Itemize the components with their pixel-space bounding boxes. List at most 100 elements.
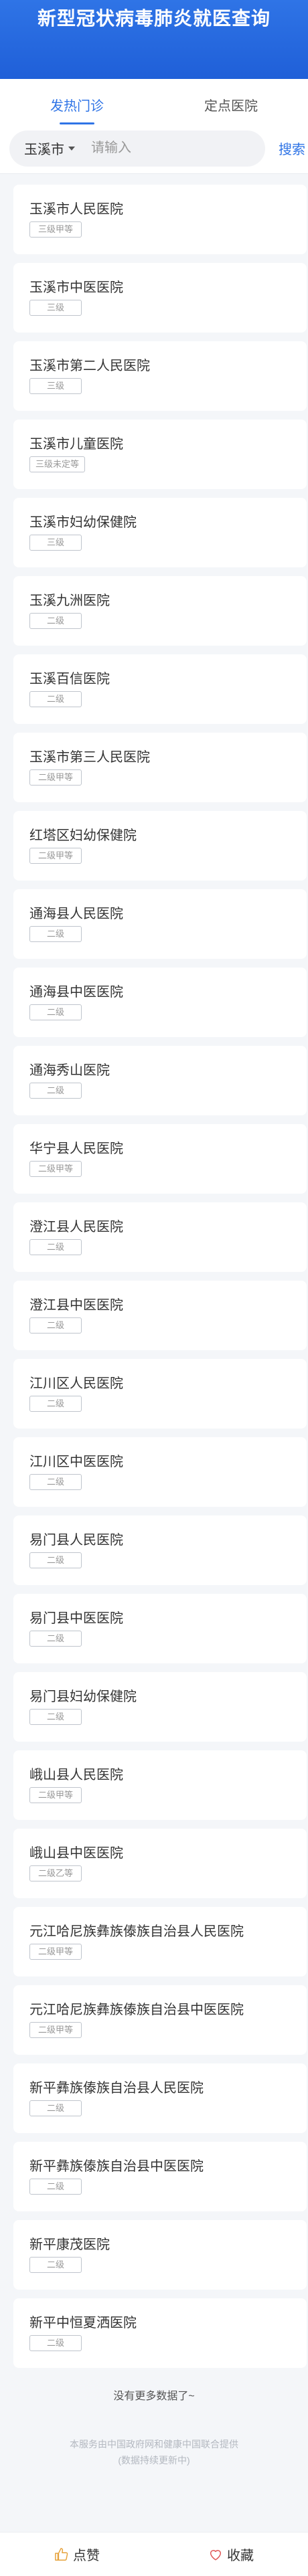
hospital-name: 澄江县中医医院 [29,1298,123,1313]
city-selector[interactable]: 玉溪市 [24,139,75,158]
hospital-level-badge: 三级甲等 [29,221,82,238]
hospital-level-badge: 二级 [29,1474,82,1490]
hospital-level-badge: 二级甲等 [29,2022,82,2038]
hospital-name: 红塔区妇幼保健院 [29,828,137,843]
no-more-text: 没有更多数据了~ [113,2391,195,2402]
search-row: 玉溪市 搜索 [0,130,308,174]
hospital-name: 新平中恒夏洒医院 [29,2316,137,2330]
hospital-level-badge: 二级甲等 [29,848,82,864]
hospital-name: 通海县人民医院 [29,907,123,921]
tab-bar: 发热门诊 定点医院 [0,79,308,130]
page-title: 新型冠状病毒肺炎就医查询 [37,8,271,29]
hospital-list: 玉溪市人民医院 三级甲等 玉溪市中医医院 三级 玉溪市第二人民医院 三级 玉溪市儿童医院 三级… [0,174,308,2368]
hospital-name: 玉溪市儿童医院 [29,437,123,452]
hospital-card[interactable]: 玉溪市人民医院 三级甲等 [13,185,307,254]
hospital-card[interactable]: 通海秀山医院 二级 [13,1046,307,1115]
hospital-level-badge: 二级乙等 [29,1865,82,1881]
hospital-card[interactable]: 玉溪市妇幼保健院 三级 [13,498,307,567]
hospital-card[interactable]: 元江哈尼族彝族傣族自治县人民医院 二级甲等 [13,1907,307,1976]
hospital-card[interactable]: 玉溪九洲医院 二级 [13,576,307,646]
hospital-name: 易门县妇幼保健院 [29,1689,137,1704]
source-note: 本服务由中国政府网和健康中国联合提供 (数据持续更新中) [0,2436,308,2468]
search-input[interactable] [91,141,252,156]
hospital-card[interactable]: 通海县人民医院 二级 [13,889,307,959]
hospital-card[interactable]: 新平彝族傣族自治县中医医院 二级 [13,2142,307,2211]
hospital-card[interactable]: 峨山县人民医院 二级甲等 [13,1750,307,1820]
hospital-level-badge: 二级 [29,1317,82,1333]
hospital-card[interactable]: 澄江县人民医院 二级 [13,1202,307,1272]
hospital-name: 易门县人民医院 [29,1533,123,1548]
hospital-card[interactable]: 澄江县中医医院 二级 [13,1281,307,1350]
hospital-level-badge: 三级 [29,300,82,316]
hospital-card[interactable]: 玉溪百信医院 二级 [13,654,307,724]
hospital-name: 玉溪市第二人民医院 [29,359,150,373]
hospital-level-badge: 二级甲等 [29,1161,82,1177]
source-update-note: (数据持续更新中) [118,2455,190,2466]
favorite-button[interactable]: 收藏 [154,2533,308,2576]
hospital-level-badge: 二级 [29,2179,82,2195]
tab-fever-clinic[interactable]: 发热门诊 [0,79,154,130]
hospital-level-badge: 二级 [29,2100,82,2116]
like-button[interactable]: 点赞 [0,2533,154,2576]
hospital-name: 通海秀山医院 [29,1063,110,1078]
favorite-label: 收藏 [227,2549,254,2563]
hospital-name: 元江哈尼族彝族傣族自治县人民医院 [29,1924,244,1939]
hospital-card[interactable]: 玉溪市中医医院 三级 [13,263,307,333]
hospital-name: 江川区人民医院 [29,1376,123,1391]
hospital-card[interactable]: 新平彝族傣族自治县人民医院 二级 [13,2063,307,2133]
heart-icon [210,2549,222,2561]
hospital-name: 澄江县人民医院 [29,1220,123,1234]
hospital-level-badge: 二级甲等 [29,769,82,786]
hospital-level-badge: 二级 [29,1396,82,1412]
hospital-card[interactable]: 华宁县人民医院 二级甲等 [13,1124,307,1194]
hospital-card[interactable]: 江川区人民医院 二级 [13,1359,307,1429]
hospital-card[interactable]: 新平中恒夏洒医院 二级 [13,2298,307,2368]
source-line: 本服务由中国政府网和健康中国联合提供 [70,2439,238,2450]
hospital-name: 玉溪九洲医院 [29,593,110,608]
hospital-name: 元江哈尼族彝族傣族自治县中医医院 [29,2003,244,2017]
hospital-card[interactable]: 红塔区妇幼保健院 二级甲等 [13,811,307,881]
chevron-down-icon [68,146,75,151]
hospital-level-badge: 二级 [29,1083,82,1099]
hospital-name: 易门县中医医院 [29,1611,123,1626]
hospital-level-badge: 二级 [29,1004,82,1020]
city-label: 玉溪市 [24,143,64,157]
tab-designated-hospital[interactable]: 定点医院 [154,79,308,130]
hospital-level-badge: 二级 [29,1631,82,1647]
hospital-name: 玉溪市第三人民医院 [29,750,150,765]
hospital-name: 通海县中医医院 [29,985,123,1000]
hospital-card[interactable]: 玉溪市第二人民医院 三级 [13,341,307,411]
hospital-level-badge: 二级 [29,1709,82,1725]
hospital-name: 玉溪市妇幼保健院 [29,515,137,530]
hospital-card[interactable]: 易门县中医医院 二级 [13,1594,307,1663]
like-label: 点赞 [73,2549,100,2563]
hospital-level-badge: 三级未定等 [29,456,86,472]
hospital-level-badge: 二级 [29,613,82,629]
hospital-name: 峨山县中医医院 [29,1846,123,1861]
hospital-card[interactable]: 元江哈尼族彝族傣族自治县中医医院 二级甲等 [13,1985,307,2055]
hospital-name: 新平彝族傣族自治县人民医院 [29,2081,204,2096]
search-box: 玉溪市 [9,130,265,167]
hospital-card[interactable]: 玉溪市儿童医院 三级未定等 [13,420,307,489]
hospital-level-badge: 二级 [29,2335,82,2351]
page-header: 新型冠状病毒肺炎就医查询 [0,0,308,79]
hospital-level-badge: 三级 [29,535,82,551]
hospital-card[interactable]: 玉溪市第三人民医院 二级甲等 [13,733,307,802]
hospital-level-badge: 二级 [29,1552,82,1568]
hospital-card[interactable]: 通海县中医医院 二级 [13,968,307,1037]
hospital-level-badge: 三级 [29,378,82,394]
hospital-card[interactable]: 新平康茂医院 二级 [13,2220,307,2290]
bottom-bar: 点赞 收藏 [0,2532,308,2576]
hospital-level-badge: 二级 [29,691,82,707]
search-button[interactable]: 搜索 [279,139,305,158]
hospital-card[interactable]: 易门县人民医院 二级 [13,1515,307,1585]
hospital-level-badge: 二级 [29,2257,82,2273]
hospital-name: 新平彝族傣族自治县中医医院 [29,2159,204,2174]
hospital-name: 江川区中医医院 [29,1455,123,1469]
hospital-card[interactable]: 江川区中医医院 二级 [13,1437,307,1507]
hospital-card[interactable]: 易门县妇幼保健院 二级 [13,1672,307,1742]
hospital-level-badge: 二级 [29,1239,82,1255]
hospital-name: 华宁县人民医院 [29,1141,123,1156]
hospital-name: 新平康茂医院 [29,2237,110,2252]
hospital-card[interactable]: 峨山县中医医院 二级乙等 [13,1829,307,1898]
